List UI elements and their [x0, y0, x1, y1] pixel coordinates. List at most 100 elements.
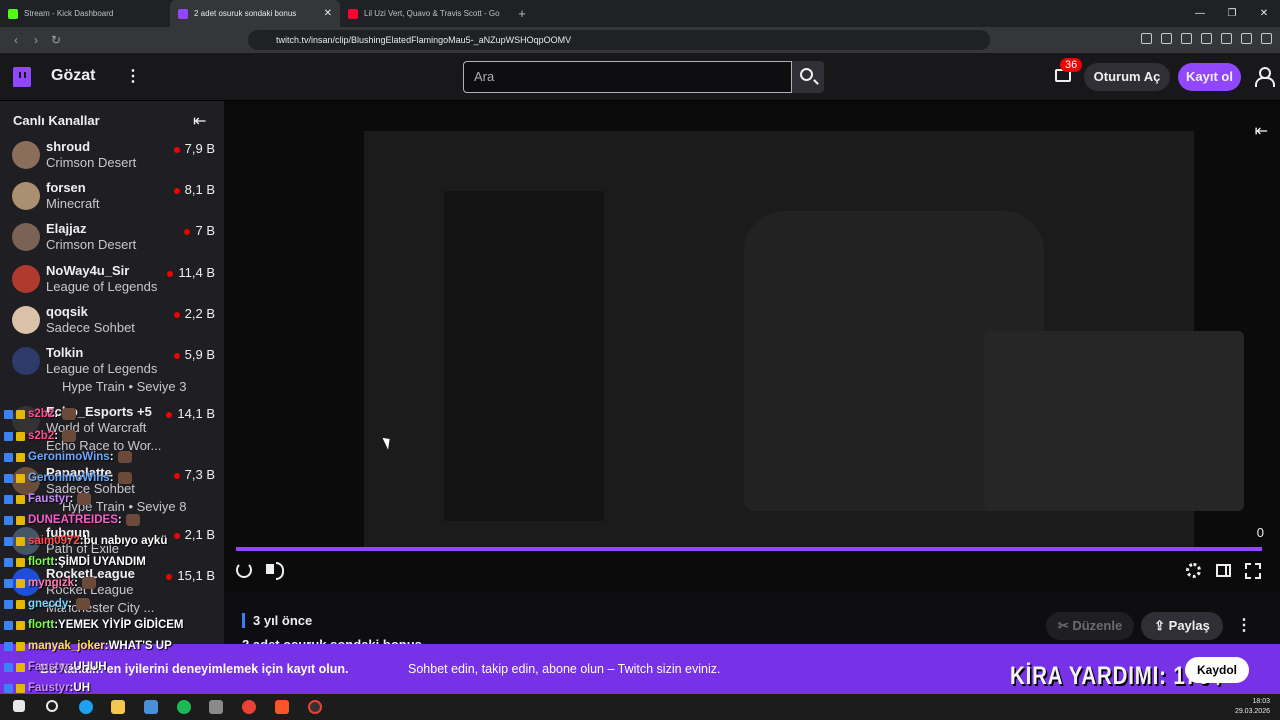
- chat-message: Faustyr : UHUH: [4, 658, 107, 676]
- minimize-icon[interactable]: —: [1184, 0, 1216, 27]
- live-dot-icon: [173, 532, 180, 539]
- extension-icon[interactable]: [1221, 33, 1232, 44]
- spotify-icon[interactable]: [177, 700, 191, 714]
- search-input[interactable]: Ara: [463, 61, 792, 93]
- sidebar-channel[interactable]: forsen Minecraft 8,1 B: [0, 176, 224, 217]
- windows-start-icon[interactable]: [13, 700, 25, 712]
- video-player[interactable]: ⇤ 0: [224, 101, 1280, 593]
- chat-username[interactable]: GeronimoWins: [28, 451, 110, 463]
- store-icon[interactable]: [144, 700, 158, 714]
- badge-icon: [4, 683, 13, 693]
- expand-icon[interactable]: ⇤: [1255, 121, 1268, 141]
- viewer-count-value: 7 B: [195, 223, 215, 238]
- settings-icon[interactable]: [1186, 563, 1201, 578]
- banner-sub-text: Sohbet edin, takip edin, abone olun – Tw…: [408, 662, 721, 676]
- live-dot-icon: [184, 228, 191, 235]
- chat-message: GeronimoWins :: [4, 469, 132, 487]
- browse-link[interactable]: Gözat: [51, 67, 95, 85]
- login-button[interactable]: Oturum Aç: [1084, 63, 1170, 91]
- chat-separator: :: [68, 598, 73, 610]
- replay-icon[interactable]: [236, 562, 252, 578]
- emote-icon: [76, 598, 91, 610]
- extension-icon[interactable]: [1201, 33, 1212, 44]
- badge-icon: [4, 620, 13, 630]
- more-options-icon[interactable]: ⋮: [1236, 615, 1252, 635]
- youtube-icon: [348, 8, 358, 19]
- browser-tab[interactable]: Stream - Kick Dashboard: [0, 0, 170, 27]
- close-tab-icon[interactable]: ✕: [324, 8, 332, 19]
- chat-username[interactable]: saim0972: [28, 535, 80, 547]
- chat-username[interactable]: Faustyr: [28, 493, 70, 505]
- user-icon[interactable]: [1255, 67, 1275, 87]
- badge-icon: [4, 452, 13, 462]
- share-button[interactable]: ⇪ Paylaş: [1141, 612, 1223, 640]
- brave-icon[interactable]: [275, 700, 289, 714]
- badge-icon: [4, 431, 13, 441]
- chat-username[interactable]: s2b2: [28, 408, 54, 420]
- extension-icon[interactable]: [1181, 33, 1192, 44]
- file-explorer-icon[interactable]: [111, 700, 125, 714]
- forward-icon[interactable]: ›: [26, 33, 46, 47]
- extension-icon[interactable]: [1141, 33, 1152, 44]
- badge-icon: [4, 536, 13, 546]
- search-icon[interactable]: [46, 700, 58, 712]
- chat-username[interactable]: gnecdy: [28, 598, 68, 610]
- fullscreen-icon[interactable]: [1245, 563, 1261, 579]
- reload-icon[interactable]: ↻: [46, 33, 66, 47]
- menu-icon[interactable]: [1261, 33, 1272, 44]
- more-icon[interactable]: ⋮: [125, 66, 141, 86]
- new-tab-button[interactable]: +: [510, 6, 534, 21]
- chat-username[interactable]: GeronimoWins: [28, 472, 110, 484]
- badge-icon: [16, 578, 25, 588]
- url-field[interactable]: twitch.tv/insan/clip/BlushingElatedFlami…: [248, 30, 990, 50]
- chrome-icon[interactable]: [242, 700, 256, 714]
- chat-username[interactable]: flortt: [28, 619, 54, 631]
- extension-icon[interactable]: [1161, 33, 1172, 44]
- edge-icon[interactable]: [79, 700, 93, 714]
- chat-username[interactable]: s2b2: [28, 430, 54, 442]
- obs-icon[interactable]: [308, 700, 322, 714]
- chat-text: WHAT'S UP: [108, 640, 172, 652]
- maximize-icon[interactable]: ❐: [1216, 0, 1248, 27]
- viewer-count-value: 8,1 B: [184, 182, 215, 197]
- badge-icon: [4, 599, 13, 609]
- extension-icon[interactable]: [1241, 33, 1252, 44]
- badge-icon: [16, 641, 25, 651]
- browser-tab[interactable]: Lil Uzi Vert, Quavo & Travis Scott - Go: [340, 0, 510, 27]
- twitch-top-nav: Gözat ⋮ Ara 36 Oturum Aç Kayıt ol: [0, 53, 1280, 101]
- chat-username[interactable]: manyak_joker: [28, 640, 105, 652]
- viewer-count: 15,1 B: [166, 568, 215, 583]
- viewer-count-value: 11,4 B: [178, 265, 215, 280]
- sidebar-channel[interactable]: Elajjaz Crimson Desert 7 B: [0, 217, 224, 258]
- browser-tab-active[interactable]: 2 adet osuruk sondaki bonus ✕: [170, 0, 340, 27]
- screen: { "browser": { "tabs": [ {"title": "Stre…: [0, 0, 1280, 720]
- theatre-mode-icon[interactable]: [1216, 564, 1231, 577]
- chat-username[interactable]: Faustyr: [28, 682, 70, 694]
- chat-username[interactable]: myngizk: [28, 577, 74, 589]
- twitch-logo-icon[interactable]: [13, 67, 31, 87]
- search-button[interactable]: [792, 61, 824, 93]
- volume-icon[interactable]: [266, 562, 284, 580]
- chat-username[interactable]: Faustyr: [28, 661, 70, 673]
- close-window-icon[interactable]: ✕: [1248, 0, 1280, 27]
- signup-button[interactable]: Kayıt ol: [1178, 63, 1241, 91]
- badge-icon: [4, 578, 13, 588]
- viewer-count: 5,9 B: [173, 347, 215, 362]
- chat-username[interactable]: flortt: [28, 556, 54, 568]
- sidebar-channel[interactable]: qoqsik Sadece Sohbet 2,2 B: [0, 300, 224, 341]
- collapse-sidebar-icon[interactable]: ⇤: [193, 111, 206, 131]
- chat-username[interactable]: DUNEATREIDES: [28, 514, 118, 526]
- chat-message: gnecdy :: [4, 595, 91, 613]
- browser-tab-bar: Stream - Kick Dashboard 2 adet osuruk so…: [0, 0, 1280, 27]
- sidebar-channel[interactable]: Tolkin League of Legends Hype Train • Se…: [0, 341, 224, 399]
- sidebar-channel[interactable]: shroud Crimson Desert 7,9 B: [0, 135, 224, 176]
- progress-bar[interactable]: [236, 547, 1262, 551]
- calculator-icon[interactable]: [209, 700, 223, 714]
- edit-button[interactable]: ✂ Düzenle: [1046, 612, 1134, 640]
- avatar: [12, 306, 40, 334]
- live-dot-icon: [173, 311, 180, 318]
- banner-signup-button[interactable]: Kaydol: [1185, 657, 1249, 683]
- back-icon[interactable]: ‹: [6, 33, 26, 47]
- sidebar-channel[interactable]: NoWay4u_Sir League of Legends 11,4 B: [0, 259, 224, 300]
- chat-text: UHUH: [73, 661, 107, 673]
